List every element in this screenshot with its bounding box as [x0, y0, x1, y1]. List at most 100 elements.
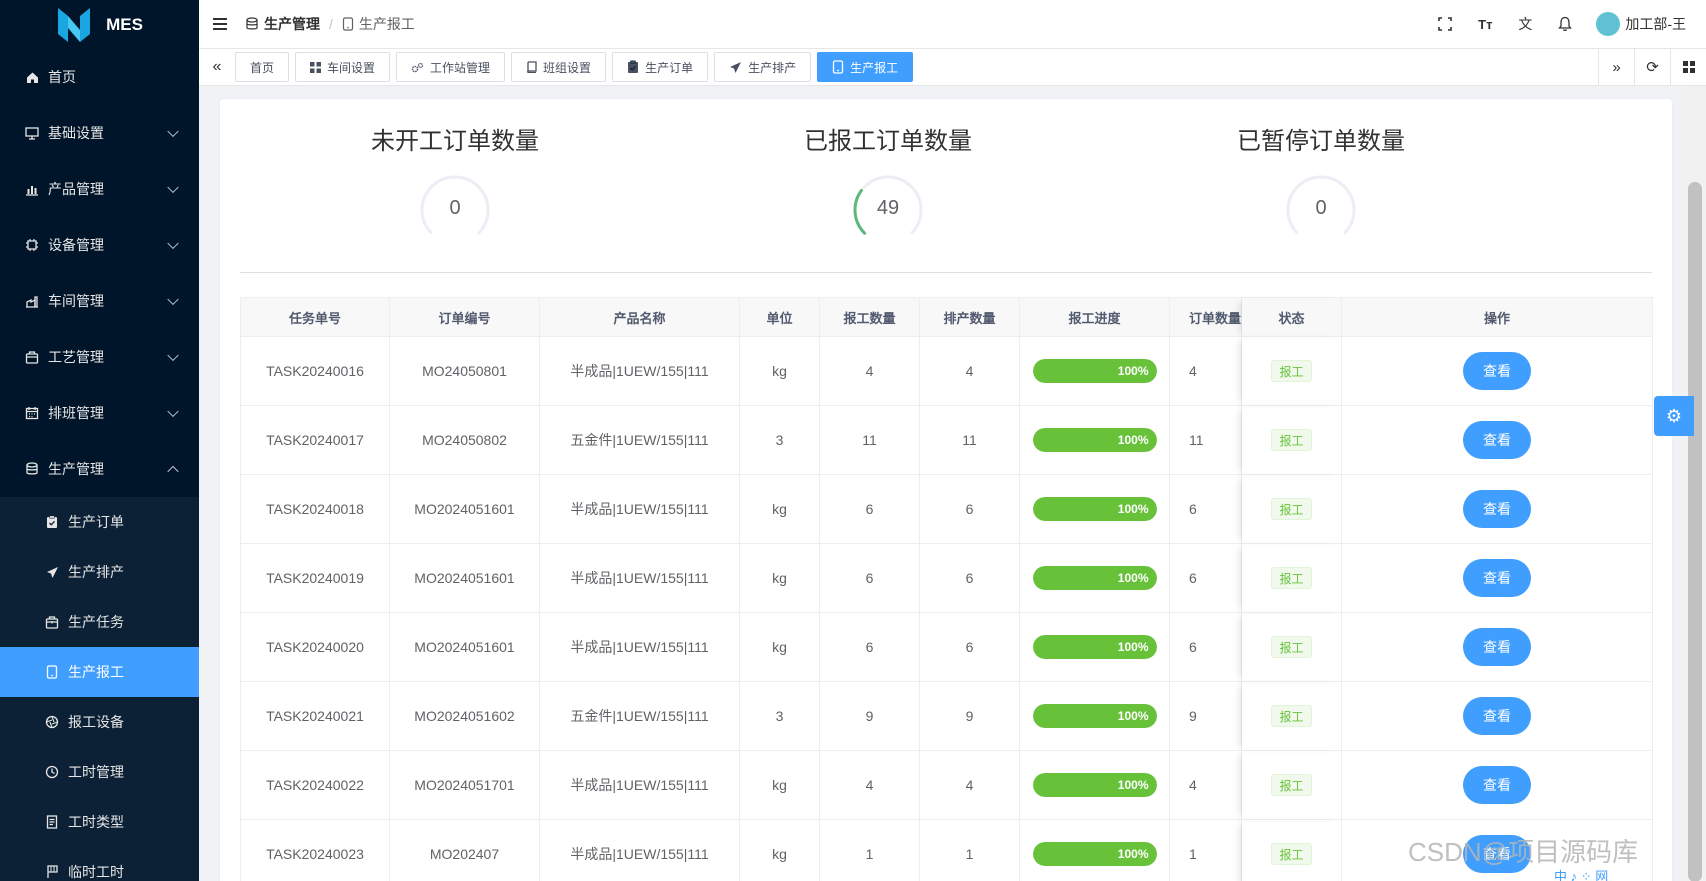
sidebar-subitem-5[interactable]: 工时管理 [0, 747, 199, 797]
table-row[interactable]: TASK20240021MO2024051602五金件|1UEW/155|111… [241, 682, 1653, 751]
sidebar-subitem-0[interactable]: 生产订单 [0, 497, 199, 547]
send-icon [729, 61, 742, 74]
column-header[interactable]: 任务单号 [241, 298, 390, 337]
tag-2[interactable]: 工作站管理 [396, 52, 505, 82]
breadcrumb-item: 生产报工 [342, 14, 415, 34]
sidebar-subitem-7[interactable]: 临时工时 [0, 847, 199, 881]
sidebar-item-label: 生产管理 [48, 459, 104, 479]
aperture-icon [44, 714, 60, 730]
sidebar-item-5[interactable]: 工艺管理 [0, 329, 199, 385]
breadcrumb-item[interactable]: 生产管理 [245, 14, 320, 34]
cell-order: MO2024051601 [390, 544, 540, 613]
fullscreen-icon[interactable] [1436, 15, 1454, 33]
tag-1[interactable]: 车间设置 [295, 52, 390, 82]
refresh-icon[interactable]: ⟳ [1634, 49, 1670, 86]
sidebar-subitem-1[interactable]: 生产排产 [0, 547, 199, 597]
tags-scroll-left-icon[interactable]: « [199, 49, 235, 86]
sidebar-subitem-label: 报工设备 [68, 712, 124, 732]
sidebar-item-3[interactable]: 设备管理 [0, 217, 199, 273]
sidebar-subitem-6[interactable]: 工时类型 [0, 797, 199, 847]
tag-4[interactable]: 生产订单 [612, 52, 708, 82]
cell-scheduled: 1 [920, 820, 1020, 881]
gears-icon [411, 62, 424, 73]
column-header[interactable]: 操作 [1342, 298, 1653, 337]
cell-qty: 4 [1170, 751, 1242, 820]
sidebar-subitem-4[interactable]: 报工设备 [0, 697, 199, 747]
view-button[interactable]: 查看 [1463, 421, 1531, 459]
logo[interactable]: MES [0, 0, 199, 49]
user-menu[interactable]: 加工部-王 [1596, 12, 1686, 36]
scrollbar-thumb[interactable] [1688, 182, 1702, 881]
cell-progress: 100% [1020, 820, 1170, 881]
ime-toolbar[interactable]: 中 ♪ ⁘ 网 [1554, 866, 1608, 881]
table-header: 任务单号订单编号产品名称单位报工数量排产数量报工进度订单数量状态操作 [241, 298, 1653, 337]
cell-action: 查看 [1342, 682, 1653, 751]
column-header[interactable]: 单位 [740, 298, 820, 337]
bell-icon[interactable] [1556, 15, 1574, 33]
flag-icon [44, 864, 60, 880]
stats-panel: 未开工订单数量0已报工订单数量49已暂停订单数量0 [220, 99, 1672, 273]
cell-action: 查看 [1342, 613, 1653, 682]
status-badge: 报工 [1271, 498, 1311, 520]
sidebar-subitem-label: 生产报工 [68, 662, 124, 682]
tag-5[interactable]: 生产排产 [714, 52, 811, 82]
view-button[interactable]: 查看 [1463, 559, 1531, 597]
table-row[interactable]: TASK20240016MO24050801半成品|1UEW/155|111kg… [241, 337, 1653, 406]
translate-icon[interactable]: 文 [1516, 15, 1534, 33]
cell-order: MO2024051601 [390, 475, 540, 544]
sidebar-item-0[interactable]: 首页 [0, 49, 199, 105]
table-row[interactable]: TASK20240020MO2024051601半成品|1UEW/155|111… [241, 613, 1653, 682]
cell-task: TASK20240021 [241, 682, 390, 751]
table-row[interactable]: TASK20240018MO2024051601半成品|1UEW/155|111… [241, 475, 1653, 544]
font-size-icon[interactable]: Tт [1476, 15, 1494, 33]
view-button[interactable]: 查看 [1463, 490, 1531, 528]
progress-text: 100% [1118, 640, 1149, 654]
sidebar-item-7[interactable]: 生产管理 [0, 441, 199, 497]
column-header[interactable]: 状态 [1242, 298, 1342, 337]
sidebar-item-2[interactable]: 产品管理 [0, 161, 199, 217]
status-badge: 报工 [1271, 567, 1311, 589]
view-button[interactable]: 查看 [1463, 766, 1531, 804]
table-row[interactable]: TASK20240022MO2024051701半成品|1UEW/155|111… [241, 751, 1653, 820]
tag-0[interactable]: 首页 [235, 52, 289, 82]
column-header[interactable]: 订单数量 [1170, 298, 1242, 337]
table-row[interactable]: TASK20240019MO2024051601半成品|1UEW/155|111… [241, 544, 1653, 613]
hamburger-icon[interactable] [213, 18, 227, 30]
cell-qty: 1 [1170, 820, 1242, 881]
cell-order: MO24050801 [390, 337, 540, 406]
progress-text: 100% [1118, 502, 1149, 516]
clipboard-icon [627, 60, 639, 74]
column-header[interactable]: 报工数量 [820, 298, 920, 337]
sidebar-subitem-2[interactable]: 生产任务 [0, 597, 199, 647]
progress-bar: 100% [1033, 704, 1157, 728]
cell-order: MO2024051701 [390, 751, 540, 820]
grid-menu-icon[interactable] [1670, 49, 1706, 86]
view-button[interactable]: 查看 [1463, 352, 1531, 390]
view-button[interactable]: 查看 [1463, 697, 1531, 735]
view-button[interactable]: 查看 [1463, 628, 1531, 666]
sidebar-subitem-label: 生产任务 [68, 612, 124, 632]
tag-label: 首页 [250, 59, 274, 76]
report-table: 任务单号订单编号产品名称单位报工数量排产数量报工进度订单数量状态操作 TASK2… [240, 297, 1653, 881]
column-header[interactable]: 产品名称 [540, 298, 740, 337]
tags-scroll-right-icon[interactable]: » [1598, 49, 1634, 86]
cell-status: 报工 [1242, 406, 1342, 475]
table-row[interactable]: TASK20240017MO24050802五金件|1UEW/155|11131… [241, 406, 1653, 475]
sidebar-item-6[interactable]: 排班管理 [0, 385, 199, 441]
tag-3[interactable]: 班组设置 [511, 52, 606, 82]
cell-product: 五金件|1UEW/155|111 [540, 406, 740, 475]
tag-6[interactable]: 生产报工 [817, 52, 913, 82]
stat-title: 已暂停订单数量 [1171, 121, 1471, 156]
page-scrollbar[interactable] [1684, 86, 1706, 881]
chevron-down-icon [167, 294, 178, 305]
sidebar-item-4[interactable]: 车间管理 [0, 273, 199, 329]
settings-gear-button[interactable]: ⚙ [1654, 396, 1694, 436]
column-header[interactable]: 订单编号 [390, 298, 540, 337]
sidebar-item-1[interactable]: 基础设置 [0, 105, 199, 161]
sidebar-subitem-3[interactable]: 生产报工 [0, 647, 199, 697]
sidebar-subitem-label: 临时工时 [68, 862, 124, 881]
column-header[interactable]: 排产数量 [920, 298, 1020, 337]
sidebar-subitem-label: 生产订单 [68, 512, 124, 532]
column-header[interactable]: 报工进度 [1020, 298, 1170, 337]
chevron-up-icon [167, 466, 178, 477]
